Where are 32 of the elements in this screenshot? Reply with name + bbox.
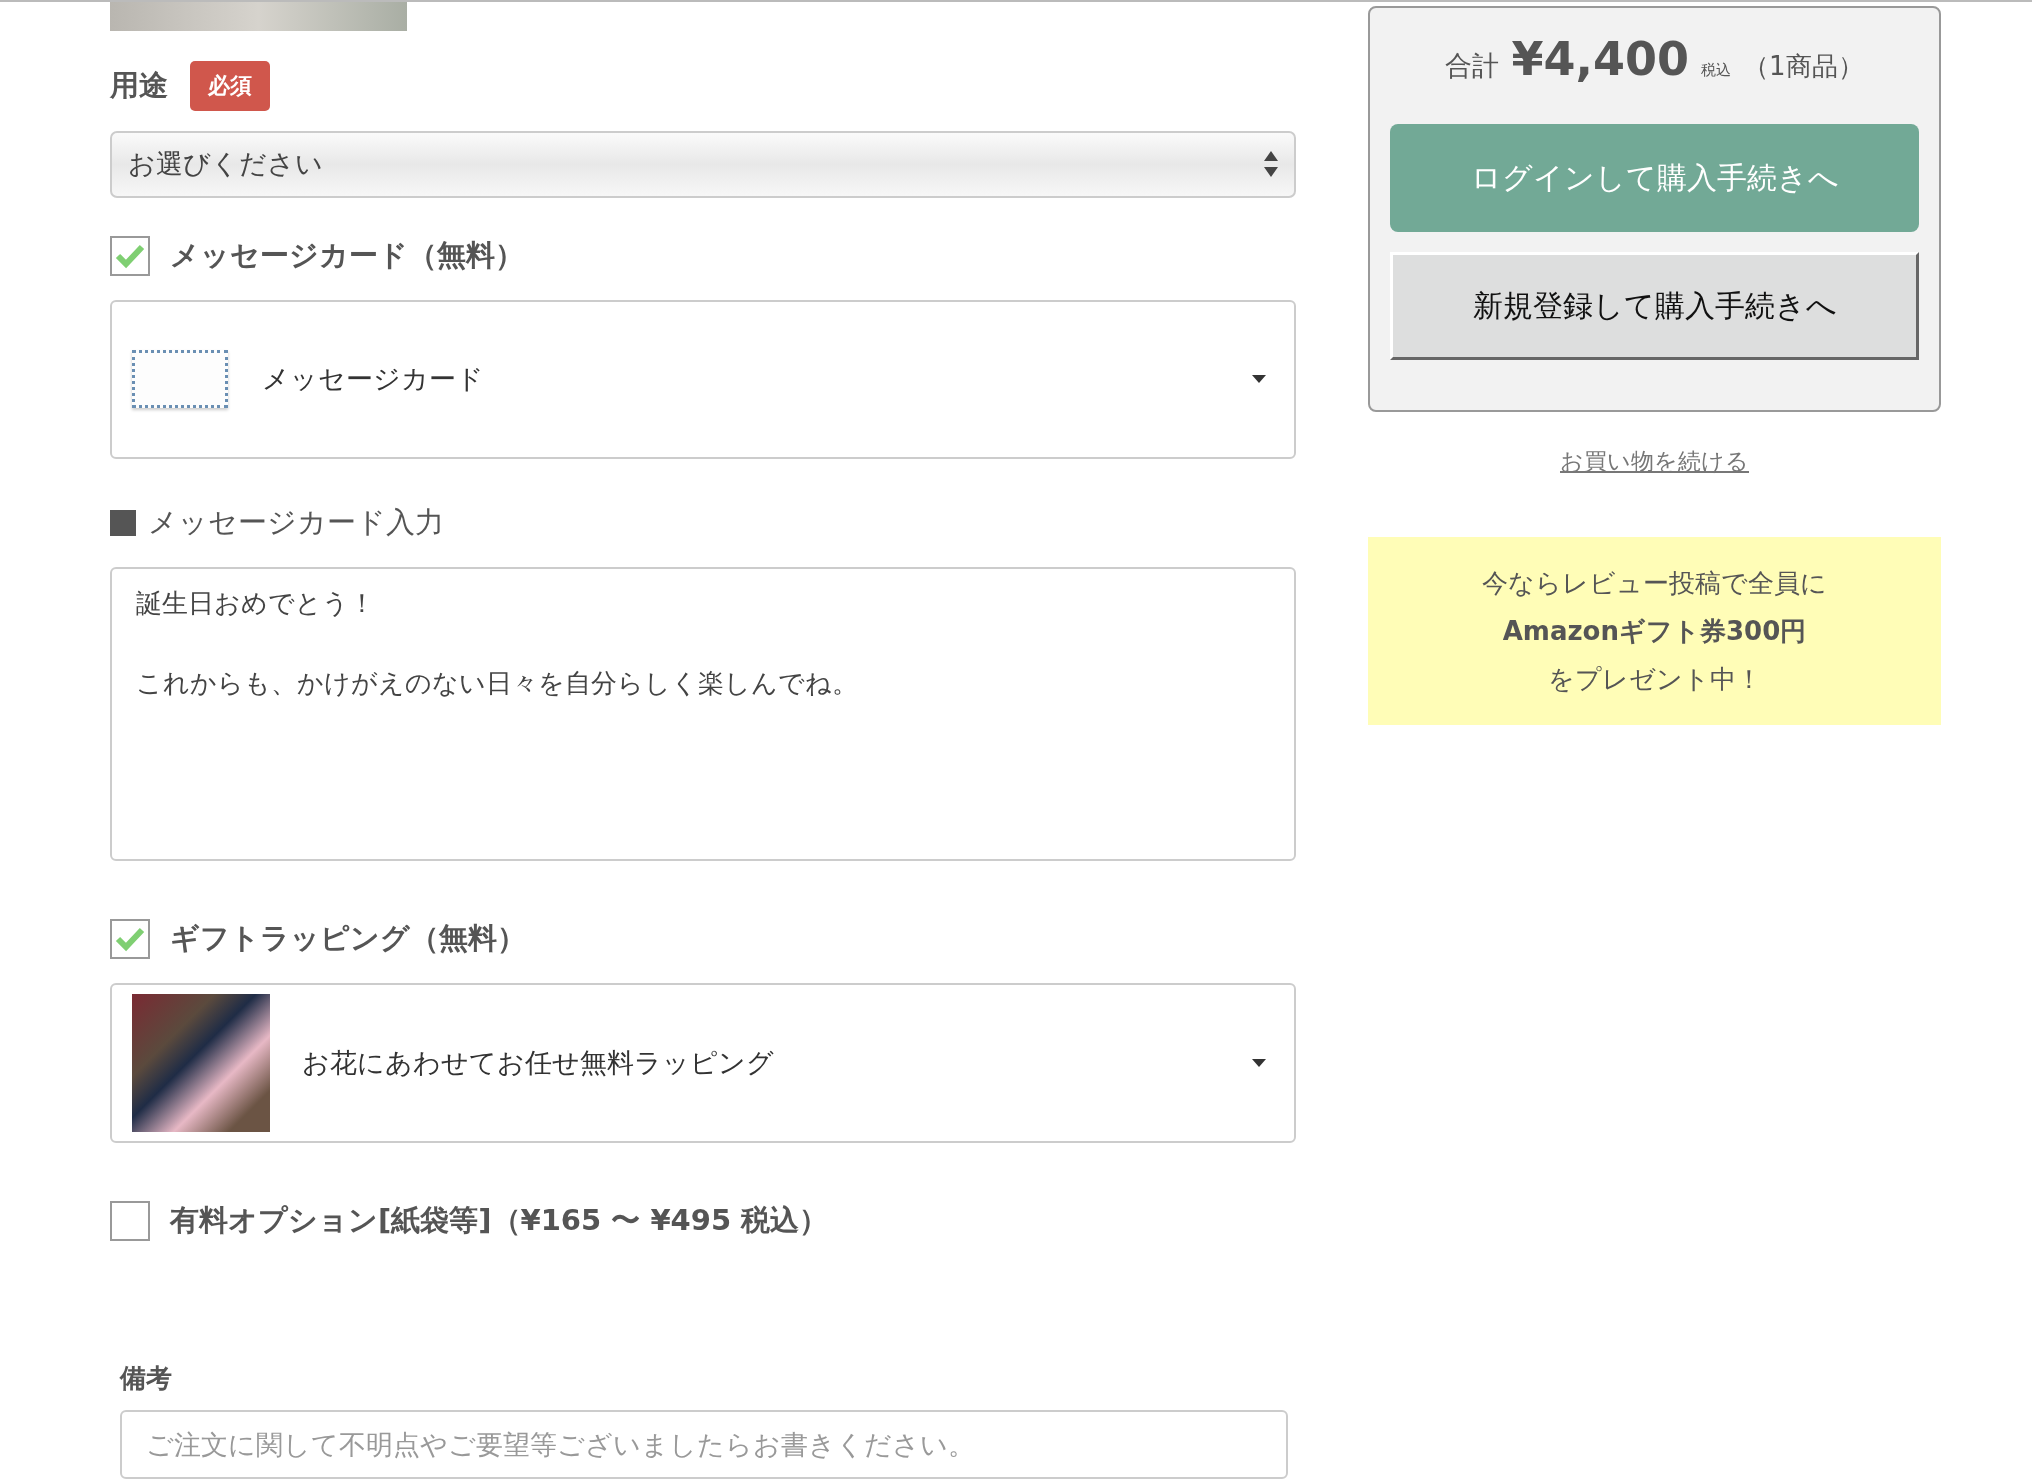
total-price: ¥4,400 — [1511, 32, 1689, 86]
notes-field[interactable]: ご注文に関して不明点やご要望等ございましたらお書きください。 — [120, 1409, 1288, 1479]
option-label: 有料オプション[紙袋等]（¥165 〜 ¥495 税込） — [170, 1201, 829, 1239]
caret-icon — [1252, 1059, 1266, 1068]
continue-shopping-link[interactable]: お買い物を続ける — [1560, 446, 1749, 477]
section-heading: メッセージカード入力 — [148, 504, 444, 542]
checkmark-icon — [115, 926, 145, 953]
promo-line: Amazonギフト券300円 — [1502, 615, 1807, 648]
message-textarea[interactable]: 誕生日おめでとう！ これからも、かけがえのない日々を自分らしく楽しんでね。 — [110, 567, 1296, 862]
checkbox[interactable] — [110, 1200, 150, 1241]
option-label: ギフトラッピング（無料） — [170, 920, 526, 958]
updown-arrows-icon — [1264, 151, 1278, 178]
caret-icon — [1252, 375, 1266, 384]
purpose-select[interactable]: お選びください — [110, 130, 1296, 198]
total-label: 合計 — [1445, 49, 1500, 83]
checkbox[interactable] — [110, 235, 150, 276]
square-icon — [110, 510, 136, 537]
option-label: メッセージカード（無料） — [170, 236, 524, 274]
message-line: 誕生日おめでとう！ — [136, 587, 375, 621]
field-label: 備考 — [120, 1361, 173, 1395]
card-select[interactable]: メッセージカード — [110, 299, 1296, 460]
wrapping-select[interactable]: お花にあわせてお任せ無料ラッピング — [110, 983, 1296, 1143]
promo-line: をプレゼント中！ — [1547, 663, 1762, 696]
field-label: 用途 — [110, 66, 168, 104]
required-badge: 必須 — [190, 60, 270, 111]
promo-line: 今ならレビュー投稿で全員に — [1482, 567, 1827, 600]
item-count: （1商品） — [1743, 50, 1864, 83]
tax-note: 税込 — [1701, 61, 1731, 80]
register-checkout-button[interactable]: 新規登録して購入手続きへ — [1390, 252, 1919, 360]
checkmark-icon — [115, 242, 145, 269]
message-line: これからも、かけがえのない日々を自分らしく楽しんでね。 — [136, 667, 858, 701]
checkbox[interactable] — [110, 919, 150, 960]
